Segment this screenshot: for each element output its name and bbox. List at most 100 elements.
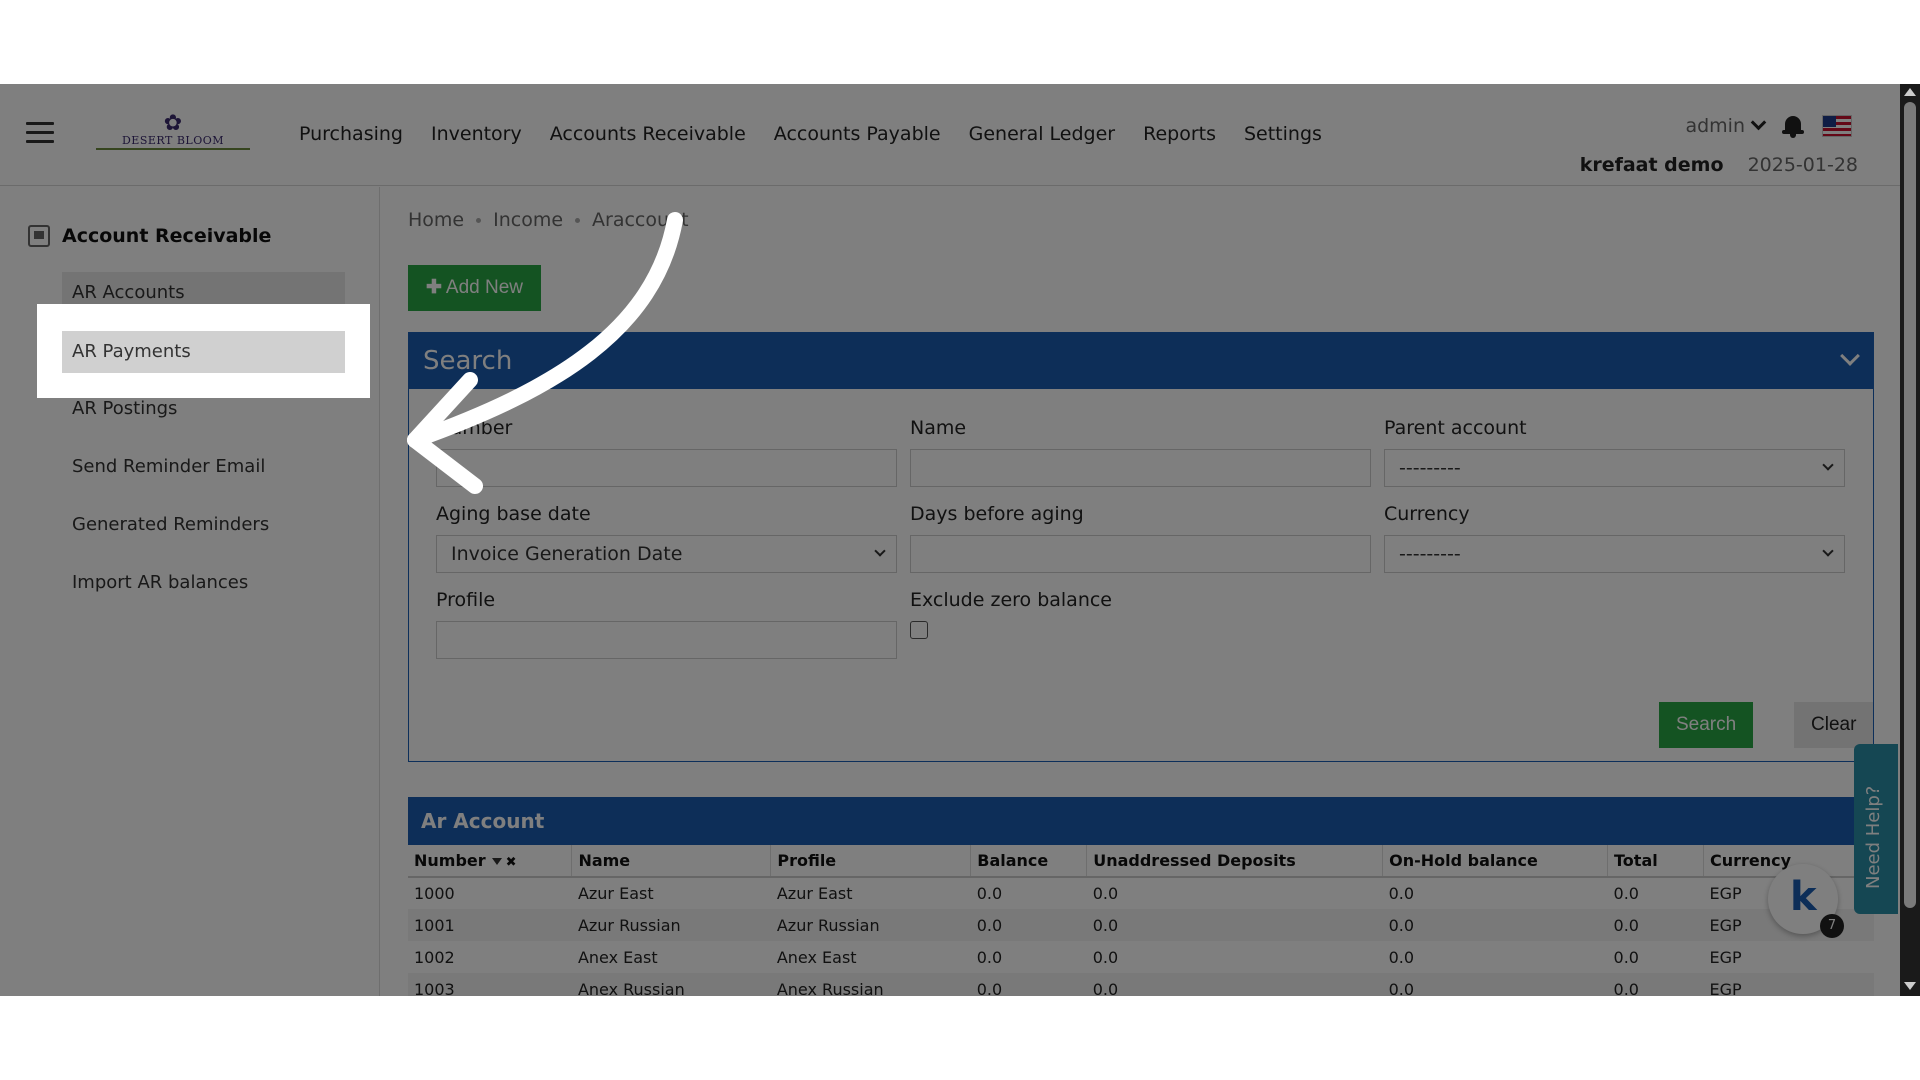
hamburger-menu-icon[interactable] [26,122,54,144]
cell-number[interactable]: 1000 [408,877,572,909]
column-header-name[interactable]: Name [571,845,772,878]
chevron-down-icon[interactable] [1840,346,1860,366]
table-row[interactable]: 1000 Azur East Azur East 0.0 0.0 0.0 0.0… [408,877,1874,909]
aging-base-date-label: Aging base date [436,503,591,525]
table-row[interactable]: 1002 Anex East Anex East 0.0 0.0 0.0 0.0… [408,941,1874,973]
notification-count: 7 [1820,914,1844,938]
column-header-balance[interactable]: Balance [970,845,1088,878]
breadcrumb-home[interactable]: Home [408,209,464,231]
exclude-zero-balance-checkbox[interactable] [910,621,928,639]
bell-icon[interactable] [1782,114,1804,138]
cell-on-hold-balance: 0.0 [1388,947,1415,967]
chevron-down-icon [1750,114,1767,130]
column-header-number[interactable]: Number ✖ [408,845,573,878]
cell-unaddressed-deposits: 0.0 [1092,947,1119,967]
parent-account-select[interactable]: --------- [1384,449,1845,487]
plus-icon: ✚ [426,277,442,298]
cell-profile: Azur East [776,884,853,903]
sort-desc-icon[interactable] [491,858,502,865]
add-new-button[interactable]: ✚ Add New [408,265,542,311]
sidebar-item-send-reminder-email[interactable]: Send Reminder Email [62,446,345,488]
name-input[interactable] [910,449,1371,487]
app-window: ✿ DESERT BLOOM Purchasing Inventory Acco… [0,84,1920,996]
nav-reports[interactable]: Reports [1143,114,1216,154]
cell-total: 0.0 [1607,909,1704,941]
breadcrumb-current: Araccount [592,209,689,231]
days-before-aging-input[interactable] [910,535,1371,573]
name-field: Name [910,417,1371,487]
clear-sort-icon[interactable]: ✖ [506,855,517,870]
sidebar-item-generated-reminders[interactable]: Generated Reminders [62,504,345,546]
company-logo[interactable]: ✿ DESERT BLOOM [96,111,250,156]
us-flag-icon[interactable] [1822,115,1852,137]
table-row[interactable]: 1003 Anex Russian Anex Russian 0.0 0.0 0… [408,973,1874,996]
currency-select[interactable]: --------- [1384,535,1845,573]
breadcrumb-income[interactable]: Income [493,209,563,231]
column-header-total[interactable]: Total [1607,845,1704,878]
cell-number[interactable]: 1003 [408,973,572,996]
number-input[interactable] [436,449,897,487]
nav-purchasing[interactable]: Purchasing [299,114,403,154]
profile-field: Profile [436,589,897,659]
parent-account-field: Parent account --------- [1384,417,1845,487]
currency-label: Currency [1384,503,1470,525]
user-menu[interactable]: admin [1685,114,1767,137]
currency-field: Currency --------- [1384,503,1845,573]
profile-input[interactable] [436,621,897,659]
currency-value: --------- [1399,543,1461,565]
tutorial-spotlight: AR Payments [37,304,370,398]
sidebar-item-ar-payments-highlighted[interactable]: AR Payments [62,331,345,373]
clear-button[interactable]: Clear [1794,702,1874,748]
ar-account-table-panel: Ar Account Number ✖ Name Profile Balance … [408,797,1875,996]
cell-name: Anex Russian [571,973,771,996]
aging-base-date-select[interactable]: Invoice Generation Date [436,535,897,573]
main-content: Home Income Araccount ✚ Add New Search Nu… [381,187,1900,996]
nav-accounts-payable[interactable]: Accounts Payable [774,114,941,154]
need-help-tab[interactable]: Need Help? [1854,744,1898,914]
cell-number[interactable]: 1002 [408,941,572,973]
company-info: krefaat demo 2025-01-28 [1580,154,1858,176]
nav-general-ledger[interactable]: General Ledger [969,114,1115,154]
parent-account-value: --------- [1399,457,1461,479]
scroll-up-icon[interactable] [1904,88,1916,96]
cell-on-hold-balance: 0.0 [1388,884,1415,903]
chevron-down-icon [1822,459,1834,471]
vertical-scrollbar[interactable] [1900,84,1920,996]
column-header-on-hold-balance[interactable]: On-Hold balance [1382,845,1609,878]
cell-total: 0.0 [1613,884,1639,903]
cell-on-hold-balance: 0.0 [1382,973,1608,996]
cell-on-hold-balance: 0.0 [1382,909,1608,941]
nav-settings[interactable]: Settings [1244,114,1322,154]
flower-icon: ✿ [163,111,183,136]
cell-balance: 0.0 [976,884,1003,903]
user-area: admin [1685,114,1852,138]
chevron-down-icon [874,545,886,557]
add-new-label: Add New [445,277,524,298]
number-label: Number [436,417,513,439]
cell-number[interactable]: 1001 [408,909,572,941]
current-date: 2025-01-28 [1747,154,1858,176]
receivable-icon [28,225,50,247]
cell-unaddressed-deposits: 0.0 [1086,909,1383,941]
cell-balance: 0.0 [970,973,1087,996]
parent-account-label: Parent account [1384,417,1527,439]
search-panel-header[interactable]: Search [409,333,1873,389]
scroll-down-icon[interactable] [1904,982,1916,990]
table-row[interactable]: 1001 Azur Russian Azur Russian 0.0 0.0 0… [408,909,1874,941]
search-button[interactable]: Search [1659,702,1754,748]
column-header-profile[interactable]: Profile [770,845,972,878]
cell-name: Azur East [577,884,654,903]
table-title: Ar Account [408,797,1874,845]
need-help-label: Need Help? [1863,785,1884,889]
days-before-aging-field: Days before aging [910,503,1371,573]
nav-accounts-receivable[interactable]: Accounts Receivable [550,114,746,154]
help-bot-badge[interactable]: k 7 [1768,864,1844,938]
logo-text: DESERT BLOOM [96,134,250,150]
sidebar-item-import-ar-balances[interactable]: Import AR balances [62,562,345,604]
days-before-aging-label: Days before aging [910,503,1084,525]
column-header-unaddressed-deposits[interactable]: Unaddressed Deposits [1086,845,1384,878]
sidebar-title: Account Receivable [28,225,271,247]
cell-currency: EGP [1703,973,1874,996]
scroll-thumb[interactable] [1904,102,1916,908]
nav-inventory[interactable]: Inventory [431,114,522,154]
